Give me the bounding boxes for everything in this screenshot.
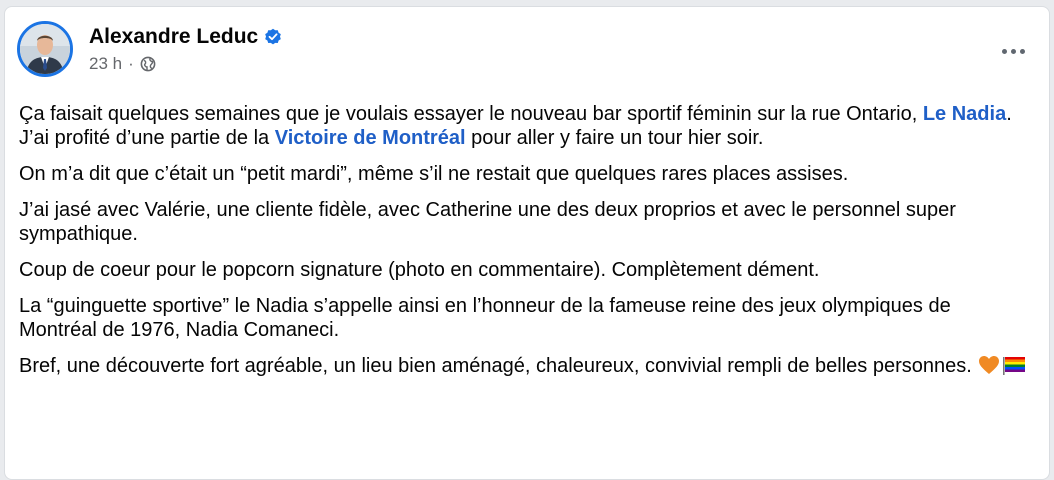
link-victoire-de-montreal[interactable]: Victoire de Montréal [275, 127, 466, 149]
paragraph-2: On m’a dit que c’était un “petit mardi”,… [19, 163, 849, 185]
verified-badge-icon [264, 28, 282, 46]
paragraph-5: La “guinguette sportive” le Nadia s’appe… [19, 295, 951, 341]
post-header: Alexandre Leduc 23 h · [17, 21, 282, 77]
rainbow-flag-icon [1002, 355, 1026, 381]
paragraph-1: Ça faisait quelques semaines que je voul… [19, 102, 1029, 150]
post-meta: Alexandre Leduc 23 h · [89, 24, 282, 74]
paragraph-4: Coup de coeur pour le popcorn signature … [19, 259, 820, 281]
paragraph-1-text-a: Ça faisait quelques semaines que je voul… [19, 103, 923, 125]
orange-heart-icon [978, 355, 1000, 381]
post-body: Ça faisait quelques semaines que je voul… [19, 102, 1029, 393]
post-timestamp[interactable]: 23 h [89, 54, 122, 74]
post-card: Alexandre Leduc 23 h · Ça faisait quelqu… [4, 6, 1050, 480]
link-le-nadia[interactable]: Le Nadia [923, 103, 1006, 125]
paragraph-1-text-c: pour aller y faire un tour hier soir. [465, 127, 764, 149]
paragraph-6-text: Bref, une découverte fort agréable, un l… [19, 355, 972, 377]
paragraph-3: J’ai jasé avec Valérie, une cliente fidè… [19, 199, 956, 245]
globe-icon[interactable] [140, 56, 156, 72]
separator-dot: · [128, 54, 134, 73]
paragraph-6: Bref, une découverte fort agréable, un l… [19, 354, 1029, 381]
author-name[interactable]: Alexandre Leduc [89, 25, 258, 49]
avatar[interactable] [17, 21, 73, 77]
profile-photo-icon [20, 24, 70, 74]
more-options-icon[interactable] [995, 39, 1031, 63]
